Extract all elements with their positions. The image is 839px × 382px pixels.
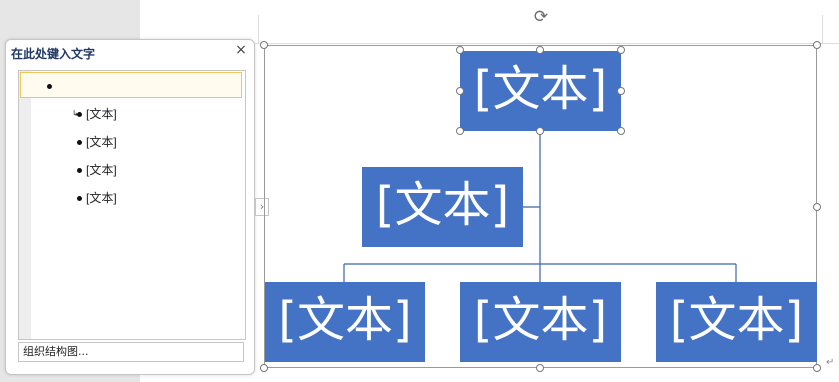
frame-handle[interactable] [813,203,821,211]
child-node-1[interactable]: [文本] [265,282,425,362]
frame-handle[interactable] [813,364,821,372]
resize-handle[interactable] [456,127,464,135]
paragraph-return-icon: ↵ [826,357,835,368]
resize-handle[interactable] [456,46,464,54]
child-node-3[interactable]: [文本] [656,282,817,362]
resize-handle[interactable] [617,87,625,95]
child-node-2[interactable]: [文本] [460,282,621,362]
frame-handle[interactable] [813,41,821,49]
top-node[interactable]: [文本] [460,51,621,131]
resize-handle[interactable] [617,46,625,54]
resize-handle[interactable] [536,127,544,135]
frame-handle[interactable] [260,41,268,49]
frame-handle[interactable] [260,364,268,372]
resize-handle[interactable] [456,87,464,95]
resize-handle[interactable] [536,46,544,54]
assistant-node[interactable]: [文本] [362,167,523,247]
resize-handle[interactable] [617,127,625,135]
frame-handle[interactable] [536,364,544,372]
